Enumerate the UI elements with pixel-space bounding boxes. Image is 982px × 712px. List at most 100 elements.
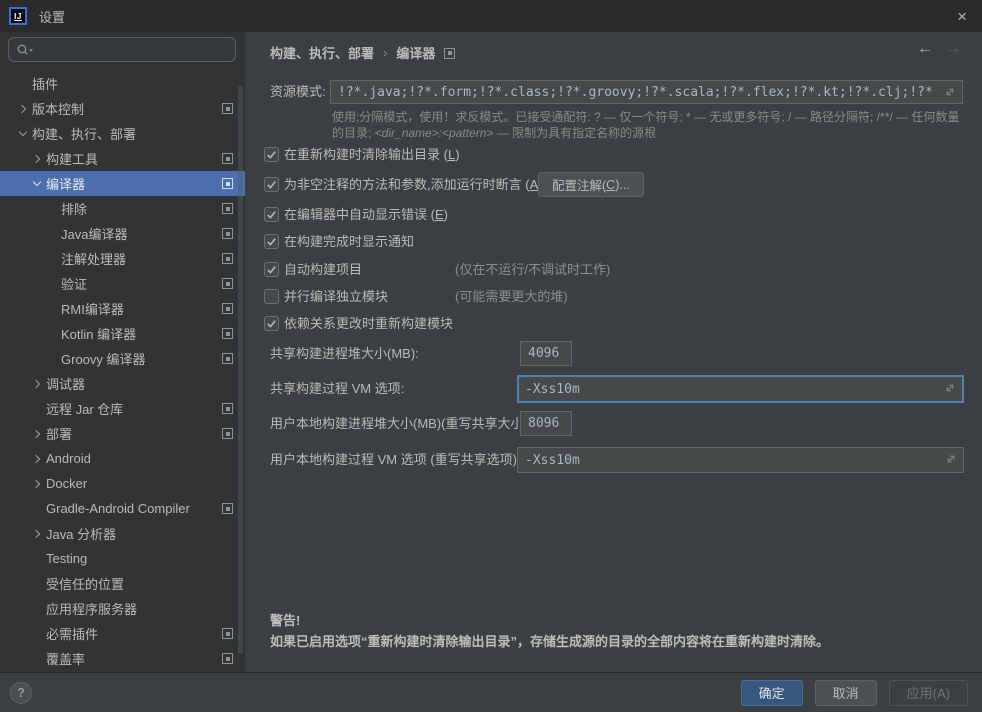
screen-badge-icon — [222, 653, 233, 664]
sidebar-item-android[interactable]: Android — [0, 446, 245, 471]
breadcrumb-parent[interactable]: 构建、执行、部署 — [270, 43, 374, 62]
sidebar-item-rmi-compiler[interactable]: RMI编译器 — [0, 296, 245, 321]
chevron-right-icon[interactable] — [30, 527, 44, 541]
expand-field-icon[interactable] — [945, 453, 957, 465]
configure-annotations-button[interactable]: 配置注解(C)... — [538, 172, 644, 197]
sidebar-item-remote-jar-repositories[interactable]: 远程 Jar 仓库 — [0, 396, 245, 421]
warning-text: 如果已启用选项“重新构建时清除输出目录”，存储生成源的目录的全部内容将在重新构建… — [270, 631, 829, 650]
expand-field-icon[interactable] — [944, 86, 956, 98]
intellij-logo-icon: IJ — [9, 7, 27, 25]
user-local-vm-options-value: -Xss10m — [525, 453, 580, 468]
resource-patterns-value: !?*.java;!?*.form;!?*.class;!?*.groovy;!… — [338, 85, 936, 100]
arrow-spacer — [30, 652, 44, 666]
sidebar-item-label: Java编译器 — [61, 224, 127, 243]
ok-button[interactable]: 确定 — [741, 680, 803, 706]
chevron-right-icon[interactable] — [30, 477, 44, 491]
sidebar-item-docker[interactable]: Docker — [0, 471, 245, 496]
rebuild-module-on-dependency-change-checkbox[interactable] — [264, 316, 279, 331]
user-local-vm-options-input[interactable]: -Xss10m — [517, 447, 964, 473]
user-local-heap-size-label: 用户本地构建进程堆大小(MB)(重写共享大小): — [270, 411, 531, 436]
chevron-right-icon[interactable] — [30, 377, 44, 391]
sidebar-scrollbar[interactable] — [238, 86, 243, 654]
apply-button[interactable]: 应用(A) — [889, 680, 968, 706]
forward-arrow-icon[interactable]: → — [945, 41, 961, 57]
sidebar-item-label: 构建工具 — [46, 149, 98, 168]
sidebar-item-application-servers[interactable]: 应用程序服务器 — [0, 596, 245, 621]
display-notification-on-build-completion-checkbox[interactable] — [264, 234, 279, 249]
checkbox-row-display-notification-on-build-completion: 在构建完成时显示通知 — [245, 229, 982, 254]
sidebar-item-groovy-compiler[interactable]: Groovy 编译器 — [0, 346, 245, 371]
screen-badge-icon — [222, 303, 233, 314]
screen-badge-icon — [222, 103, 233, 114]
close-icon[interactable]: × — [957, 8, 967, 25]
chevron-down-icon[interactable] — [30, 177, 44, 191]
arrow-spacer — [30, 577, 44, 591]
sidebar-item-label: 排除 — [61, 199, 87, 218]
sidebar-item-plugins[interactable]: 插件 — [0, 71, 245, 96]
back-arrow-icon[interactable]: ← — [917, 41, 933, 57]
sidebar-item-annotation-processors[interactable]: 注解处理器 — [0, 246, 245, 271]
field-row: 用户本地构建进程堆大小(MB)(重写共享大小): 8096 — [245, 411, 982, 436]
screen-badge-icon — [222, 353, 233, 364]
checkbox-comment: (可能需要更大的堆) — [455, 284, 568, 309]
sidebar-item-validation[interactable]: 验证 — [0, 271, 245, 296]
sidebar-item-java-profiler[interactable]: Java 分析器 — [0, 521, 245, 546]
checkbox-label: 自动构建项目 — [284, 257, 362, 282]
field-row: 共享构建进程堆大小(MB): 4096 — [245, 341, 982, 366]
help-icon[interactable]: ? — [10, 682, 32, 704]
shared-heap-size-label: 共享构建进程堆大小(MB): — [270, 341, 419, 366]
checkbox-row-add-runtime-assertions: 为非空注释的方法和参数,添加运行时断言 (A)配置注解(C)... — [245, 172, 982, 197]
expand-field-icon[interactable] — [944, 382, 956, 394]
sidebar-item-label: RMI编译器 — [61, 299, 124, 318]
sidebar-item-label: Docker — [46, 476, 87, 491]
checkbox-row-clear-output-directory-on-rebuild: 在重新构建时清除输出目录 (L) — [245, 142, 982, 167]
resource-patterns-input[interactable]: !?*.java;!?*.form;!?*.class;!?*.groovy;!… — [330, 80, 963, 104]
sidebar-item-build-execution-deployment[interactable]: 构建、执行、部署 — [0, 121, 245, 146]
sidebar-item-gradle-android-compiler[interactable]: Gradle-Android Compiler — [0, 496, 245, 521]
screen-badge-icon — [222, 628, 233, 639]
screen-badge-icon — [222, 153, 233, 164]
sidebar-item-label: Java 分析器 — [46, 524, 116, 543]
chevron-right-icon[interactable] — [16, 102, 30, 116]
sidebar-item-java-compiler[interactable]: Java编译器 — [0, 221, 245, 246]
user-local-heap-size-input[interactable]: 8096 — [520, 411, 572, 436]
sidebar-item-build-tools[interactable]: 构建工具 — [0, 146, 245, 171]
sidebar-item-required-plugins[interactable]: 必需插件 — [0, 621, 245, 646]
field-row: 共享构建过程 VM 选项: -Xss10m — [245, 375, 982, 403]
field-row: 用户本地构建过程 VM 选项 (重写共享选项): -Xss10m — [245, 447, 982, 473]
shared-heap-size-input[interactable]: 4096 — [520, 341, 572, 366]
screen-badge-icon — [222, 503, 233, 514]
checkbox-label: 在编辑器中自动显示错误 (E) — [284, 202, 448, 227]
sidebar-item-compiler[interactable]: 编译器 — [0, 171, 245, 196]
screen-badge-icon — [222, 228, 233, 239]
checkbox-row-compile-independent-modules-in-parallel: 并行编译独立模块(可能需要更大的堆) — [245, 284, 982, 309]
screen-badge-icon — [222, 178, 233, 189]
add-runtime-assertions-checkbox[interactable] — [264, 177, 279, 192]
breadcrumb: 构建、执行、部署 › 编译器 — [270, 43, 455, 62]
sidebar-item-kotlin-compiler[interactable]: Kotlin 编译器 — [0, 321, 245, 346]
sidebar-item-testing[interactable]: Testing — [0, 546, 245, 571]
screen-badge-icon — [222, 328, 233, 339]
build-project-automatically-checkbox[interactable] — [264, 262, 279, 277]
chevron-right-icon[interactable] — [30, 152, 44, 166]
help-text: — 限制为具有指定名称的源根 — [493, 126, 656, 140]
sidebar-item-excludes[interactable]: 排除 — [0, 196, 245, 221]
shared-vm-options-input[interactable]: -Xss10m — [517, 375, 964, 403]
chevron-down-icon[interactable] — [16, 127, 30, 141]
sidebar-item-coverage[interactable]: 覆盖率 — [0, 646, 245, 671]
title-bar: IJ 设置 × — [0, 0, 982, 32]
cancel-button[interactable]: 取消 — [815, 680, 877, 706]
sidebar-item-deployment[interactable]: 部署 — [0, 421, 245, 446]
chevron-right-icon[interactable] — [30, 452, 44, 466]
sidebar-item-version-control[interactable]: 版本控制 — [0, 96, 245, 121]
search-input[interactable] — [8, 37, 236, 62]
sidebar-item-debugger[interactable]: 调试器 — [0, 371, 245, 396]
clear-output-directory-on-rebuild-checkbox[interactable] — [264, 147, 279, 162]
compile-independent-modules-in-parallel-checkbox[interactable] — [264, 289, 279, 304]
chevron-right-icon[interactable] — [30, 427, 44, 441]
sidebar-item-trusted-locations[interactable]: 受信任的位置 — [0, 571, 245, 596]
sidebar-item-label: Testing — [46, 551, 87, 566]
shared-vm-options-label: 共享构建过程 VM 选项: — [270, 375, 404, 403]
sidebar-item-label: 调试器 — [46, 374, 85, 393]
show-errors-in-editor-checkbox[interactable] — [264, 207, 279, 222]
